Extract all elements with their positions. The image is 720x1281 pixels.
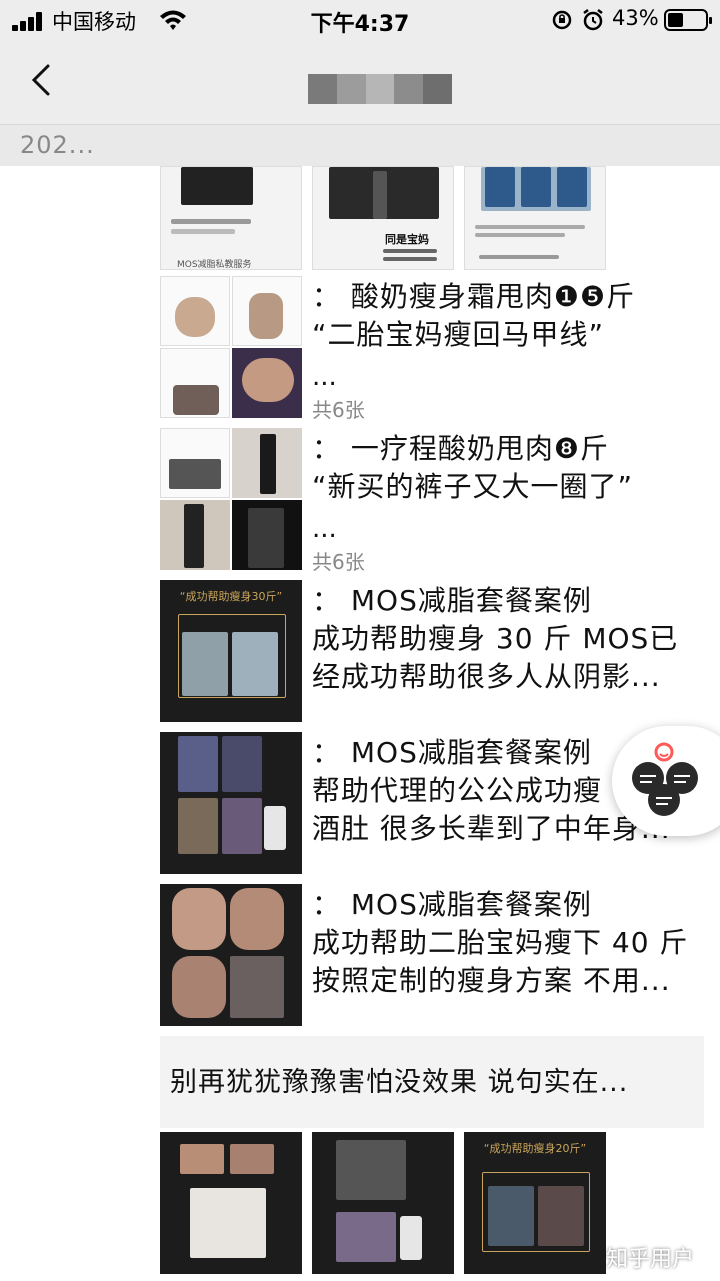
post-text-line: ： 酸奶瘦身霜甩肉❶❺斤 <box>312 280 636 313</box>
shared-article-card[interactable]: 别再犹犹豫豫害怕没效果 说句实在... <box>160 1036 704 1128</box>
image-thumbnail[interactable] <box>312 1132 454 1274</box>
chat-bubbles-icon <box>632 742 698 816</box>
thumb-caption: “成功帮助瘦身30斤” <box>179 590 283 603</box>
post-ellipsis: ... <box>312 514 337 544</box>
watermark: 知乎用户 <box>606 1247 695 1272</box>
image-thumbnail[interactable] <box>232 276 302 346</box>
image-thumbnail[interactable] <box>232 500 302 570</box>
battery-fill <box>668 13 684 27</box>
moments-feed: MOS减脂私教服务 同是宝妈 ： 酸奶瘦身霜甩肉❶❺斤 “二胎宝妈瘦回马甲线” … <box>0 166 720 1281</box>
post-text-line: 按照定制的瘦身方案 不用... <box>312 964 671 997</box>
screen: 中国移动 下午4:37 43% 202... MOS减脂私教服务 同是宝妈 ： … <box>0 0 720 1281</box>
post-ellipsis: ... <box>312 362 337 392</box>
post-text-line: 成功帮助二胎宝妈瘦下 40 斤 <box>312 926 689 959</box>
image-thumbnail[interactable] <box>464 166 606 270</box>
image-thumbnail[interactable] <box>160 1132 302 1274</box>
shared-article-title: 别再犹犹豫豫害怕没效果 说句实在... <box>170 1067 629 1098</box>
image-thumbnail[interactable]: “成功帮助瘦身30斤” <box>160 580 302 722</box>
image-thumbnail[interactable] <box>232 428 302 498</box>
date-header-text: 202... <box>20 131 95 159</box>
image-thumbnail[interactable] <box>160 732 302 874</box>
image-count: 共6张 <box>312 398 365 422</box>
battery-percent: 43% <box>612 6 659 30</box>
post-text-line: “新买的裤子又大一圈了” <box>312 470 634 503</box>
image-thumbnail[interactable] <box>160 348 230 418</box>
rotation-lock-icon <box>552 10 572 30</box>
image-thumbnail[interactable]: 同是宝妈 <box>312 166 454 270</box>
image-count: 共6张 <box>312 550 365 574</box>
alarm-icon <box>583 9 603 31</box>
image-thumbnail[interactable]: “成功帮助瘦身20斤” <box>464 1132 606 1274</box>
image-thumbnail[interactable] <box>160 276 230 346</box>
image-thumbnail[interactable] <box>160 428 230 498</box>
thumb-caption: “成功帮助瘦身20斤” <box>483 1142 587 1155</box>
blurred-title <box>308 74 452 104</box>
image-thumbnail[interactable] <box>160 500 230 570</box>
status-bar: 中国移动 下午4:37 43% <box>0 0 720 40</box>
post-text-line: ： MOS减脂套餐案例 <box>312 888 592 921</box>
post-text-line: ： MOS减脂套餐案例 <box>312 584 592 617</box>
image-thumbnail[interactable] <box>160 884 302 1026</box>
image-thumbnail[interactable] <box>232 348 302 418</box>
floating-comment-button[interactable] <box>612 726 720 836</box>
date-header: 202... <box>0 124 720 166</box>
post-text-line: 经成功帮助很多人从阴影... <box>312 660 661 693</box>
image-thumbnail[interactable]: MOS减脂私教服务 <box>160 166 302 270</box>
thumb-caption: 同是宝妈 <box>385 233 429 246</box>
thumb-caption: MOS减脂私教服务 <box>177 260 252 270</box>
chevron-left-icon[interactable] <box>24 60 64 100</box>
battery-icon <box>664 9 712 31</box>
post-text-line: “二胎宝妈瘦回马甲线” <box>312 318 605 351</box>
post-text-line: ： 一疗程酸奶甩肉❽斤 <box>312 432 610 465</box>
post-text-line: 成功帮助瘦身 30 斤 MOS已 <box>312 622 679 655</box>
nav-bar <box>0 40 720 124</box>
